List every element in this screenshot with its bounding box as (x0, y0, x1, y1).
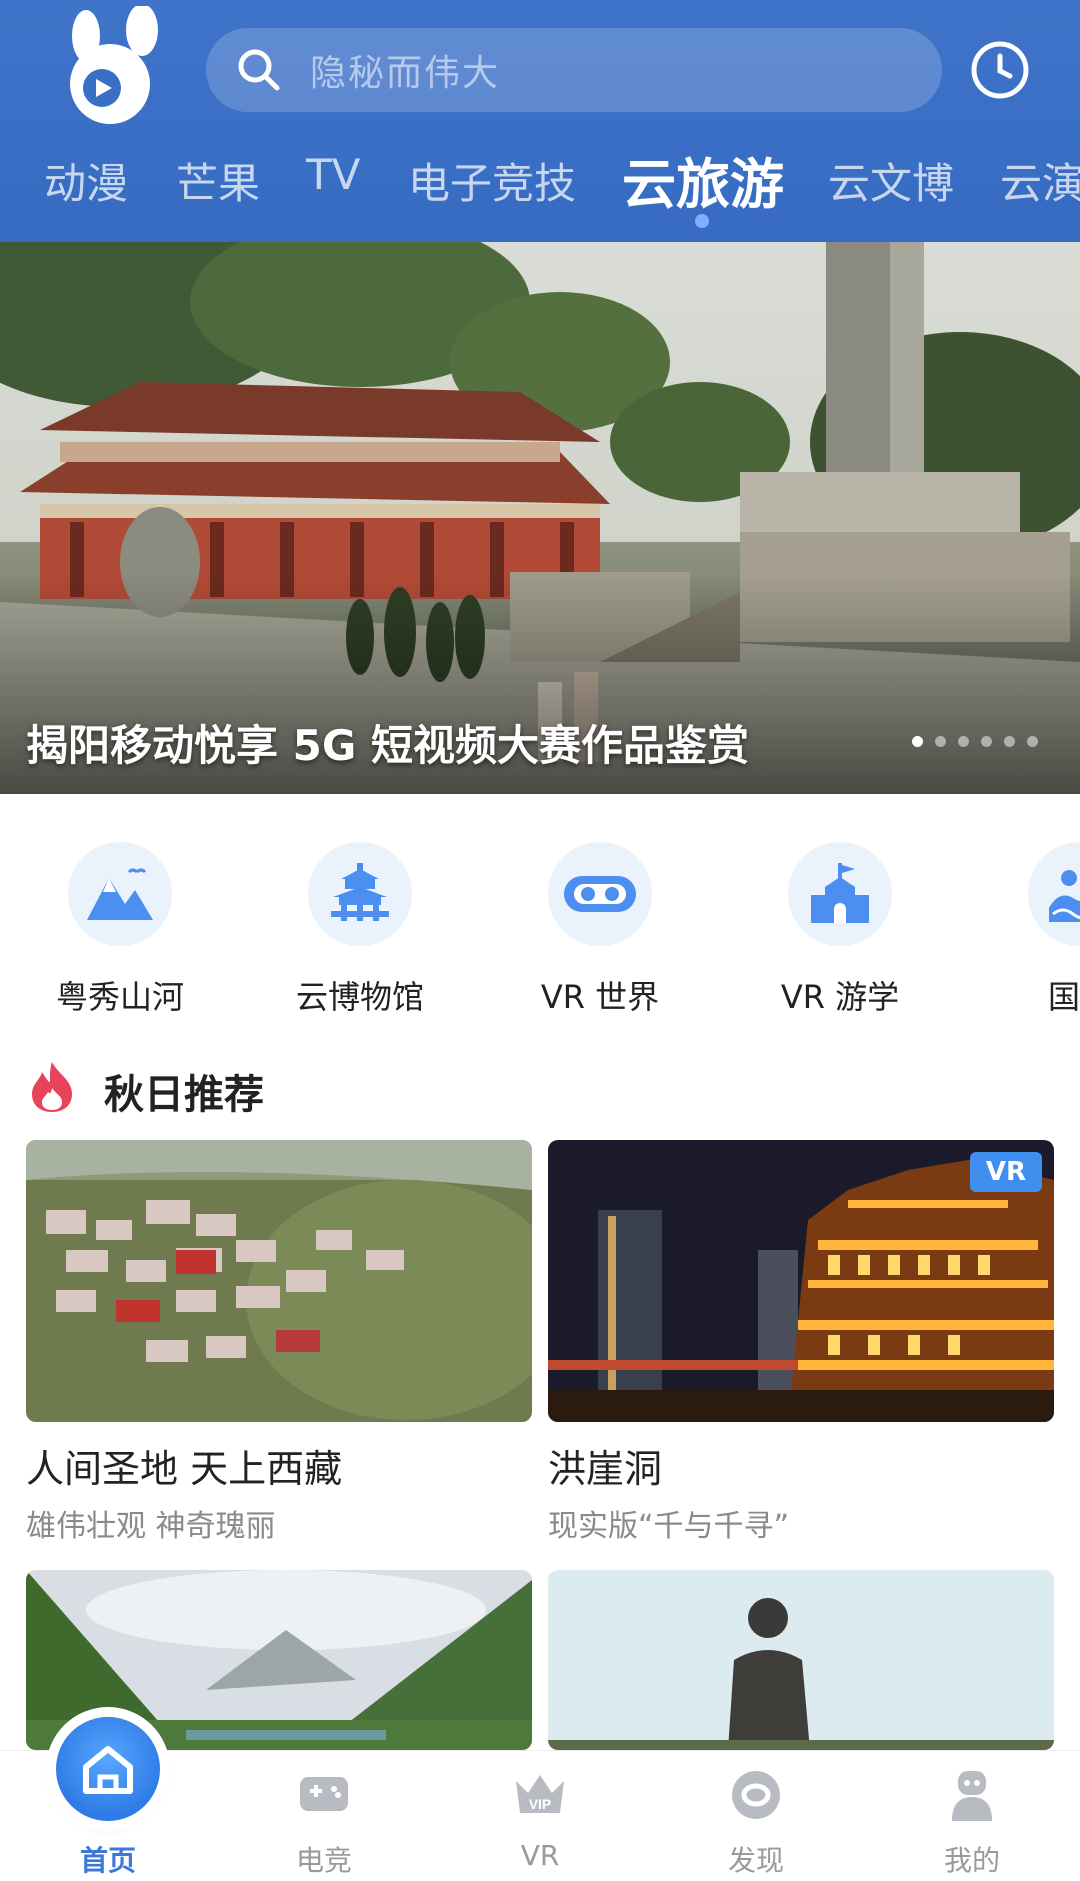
nav-label: 电竞 (295, 1844, 352, 1877)
category-shortcuts: 粤秀山河 云博物馆 VR 世界 VR 游学 国 (0, 842, 1080, 1022)
top-header: 隐秘而伟大 动漫 芒果 TV 电子竞技 云旅游 云文博 云演 (0, 0, 1080, 242)
shortcut-vr-world[interactable]: VR 世界 (480, 842, 720, 1018)
nav-vr[interactable]: VIP VR (432, 1751, 648, 1881)
banner-dot (981, 736, 992, 747)
shortcut-mountains[interactable]: 粤秀山河 (0, 842, 240, 1018)
card-subtitle: 现实版“千与千寻” (548, 1509, 790, 1544)
tab-anime[interactable]: 动漫 (44, 150, 128, 211)
profile-icon (952, 1771, 992, 1821)
vip-crown-icon: VIP (516, 1775, 564, 1813)
tab-cloud-travel[interactable]: 云旅游 (622, 140, 784, 219)
banner-dot (935, 736, 946, 747)
shortcut-icon-bg (548, 842, 652, 946)
shortcut-label: 云博物馆 (295, 978, 424, 1016)
history-clock-icon[interactable] (968, 38, 1032, 102)
banner-pagination (912, 736, 1038, 750)
shortcut-label: VR 世界 (540, 978, 660, 1016)
tab-esports[interactable]: 电子竞技 (408, 150, 576, 211)
shortcut-label: 国内 (1047, 978, 1080, 1016)
gamepad-icon (300, 1777, 348, 1811)
search-placeholder: 隐秘而伟大 (310, 53, 501, 94)
shortcut-icon-bg (68, 842, 172, 946)
fire-icon (32, 1062, 72, 1112)
home-icon (83, 1746, 133, 1794)
nav-label: 首页 (79, 1844, 136, 1877)
recommend-card-hongyadong[interactable]: VR 洪崖洞 现实版“千与千寻” (548, 1140, 1054, 1545)
card-title: 洪崖洞 (548, 1447, 663, 1491)
banner-dot (1004, 736, 1015, 747)
shortcut-vr-study[interactable]: VR 游学 (720, 842, 960, 1018)
shortcut-label: VR 游学 (780, 978, 900, 1016)
banner-dot (958, 736, 969, 747)
app-logo[interactable] (58, 6, 168, 124)
shortcut-icon-bg (788, 842, 892, 946)
category-tabs: 动漫 芒果 TV 电子竞技 云旅游 云文博 云演 (0, 140, 1080, 230)
bottom-tab-bar: 首页 电竞 VIP VR 发现 我的 (0, 1717, 1080, 1881)
shortcut-icon-bg (1028, 842, 1080, 946)
recommend-card-statue[interactable] (548, 1570, 1054, 1766)
pagoda-icon (331, 863, 389, 921)
shortcut-icon-bg (308, 842, 412, 946)
tab-cloud-museum[interactable]: 云文博 (828, 150, 954, 211)
banner-title[interactable]: 揭阳移动悦享 5G 短视频大赛作品鉴赏 (26, 712, 749, 773)
home-bubble (56, 1717, 160, 1821)
nav-home[interactable]: 首页 (0, 1717, 216, 1881)
recommend-card-tibet[interactable]: 人间圣地 天上西藏 雄伟壮观 神奇瑰丽 (26, 1140, 532, 1545)
tab-mango[interactable]: 芒果 (176, 150, 260, 211)
banner-dot (912, 736, 923, 747)
vr-badge: VR (970, 1152, 1042, 1192)
search-icon (238, 49, 280, 91)
card-thumbnail (26, 1140, 532, 1422)
tab-cloud-show[interactable]: 云演 (1000, 150, 1080, 211)
nav-label: 我的 (943, 1844, 1000, 1877)
banner-dot (1027, 736, 1038, 747)
nav-label: 发现 (727, 1844, 784, 1877)
tab-tv[interactable]: TV (306, 150, 360, 199)
shortcut-museum[interactable]: 云博物馆 (240, 842, 480, 1018)
nav-discover[interactable]: 发现 (648, 1751, 864, 1881)
mountain-icon (87, 868, 153, 920)
card-subtitle: 雄伟壮观 神奇瑰丽 (26, 1509, 276, 1544)
wave-person-icon (1049, 870, 1080, 922)
card-thumbnail: VR (548, 1140, 1054, 1422)
card-title: 人间圣地 天上西藏 (26, 1447, 343, 1491)
nav-esports[interactable]: 电竞 (216, 1751, 432, 1881)
svg-text:VIP: VIP (529, 1796, 552, 1812)
shortcut-label: 粤秀山河 (55, 978, 184, 1016)
active-tab-indicator (695, 214, 709, 228)
discover-icon (732, 1771, 780, 1819)
vr-goggles-icon (564, 876, 636, 912)
card-thumbnail (548, 1570, 1054, 1750)
search-bar[interactable]: 隐秘而伟大 (206, 28, 942, 112)
school-icon (811, 863, 869, 923)
shortcut-domestic[interactable]: 国内 (960, 842, 1080, 1018)
section-title: 秋日推荐 (104, 1072, 264, 1118)
nav-label: VR (520, 1839, 560, 1872)
nav-profile[interactable]: 我的 (864, 1751, 1080, 1881)
